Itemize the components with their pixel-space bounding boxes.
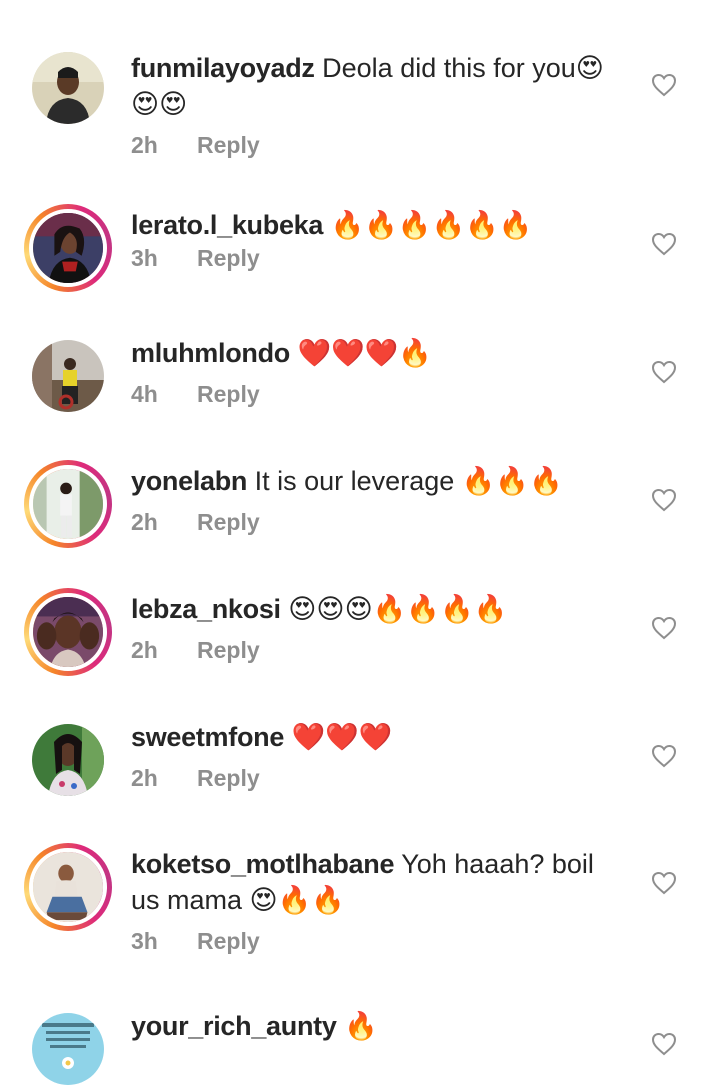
comment-text: your_rich_aunty 🔥 xyxy=(131,1008,631,1044)
comment-text: yonelabn It is our leverage 🔥🔥🔥 xyxy=(131,463,631,499)
comment-body: Deola did this for you😍 xyxy=(322,53,604,83)
avatar[interactable] xyxy=(24,460,112,548)
heart-outline-icon[interactable] xyxy=(651,360,677,386)
comment-body: 🔥🔥🔥🔥🔥🔥 xyxy=(330,210,533,240)
comment-text: mluhmlondo ❤️❤️❤️🔥 xyxy=(131,335,631,371)
comment-body: ❤️❤️❤️ xyxy=(291,722,393,752)
heart-outline-icon[interactable] xyxy=(651,616,677,642)
comment-time: 2h xyxy=(131,132,158,158)
comment-body: Yoh haaah? boil xyxy=(401,849,594,879)
comment-time: 2h xyxy=(131,509,158,535)
comment-time: 2h xyxy=(131,765,158,791)
comment-body-line2: us mama 😍🔥🔥 xyxy=(131,885,345,915)
heart-outline-icon[interactable] xyxy=(651,871,677,897)
avatar[interactable] xyxy=(32,340,104,412)
heart-outline-icon[interactable] xyxy=(651,1032,677,1058)
reply-button[interactable]: Reply xyxy=(197,509,260,535)
comment-time: 4h xyxy=(131,381,158,407)
comment-username[interactable]: yonelabn xyxy=(131,466,247,496)
avatar-image xyxy=(29,848,107,926)
comment-username[interactable]: lebza_nkosi xyxy=(131,594,281,624)
comment-text-continued: us mama 😍🔥🔥 xyxy=(131,882,631,918)
comment-meta: 2h Reply xyxy=(131,130,631,160)
avatar[interactable] xyxy=(32,1013,104,1085)
comment-username[interactable]: funmilayoyadz xyxy=(131,53,315,83)
comment-meta: 4h Reply xyxy=(131,379,631,409)
avatar[interactable] xyxy=(32,724,104,796)
comment-meta: 2h Reply xyxy=(131,507,631,537)
comment-username[interactable]: mluhmlondo xyxy=(131,338,290,368)
comment-body: 😍😍😍🔥🔥🔥🔥 xyxy=(288,594,508,624)
comment-meta: 3h Reply xyxy=(131,926,631,956)
comment-meta: 3h Reply xyxy=(131,243,631,273)
comment-text: sweetmfone ❤️❤️❤️ xyxy=(131,719,631,755)
reply-button[interactable]: Reply xyxy=(197,245,260,271)
reply-button[interactable]: Reply xyxy=(197,765,260,791)
heart-outline-icon[interactable] xyxy=(651,744,677,770)
comment-username[interactable]: sweetmfone xyxy=(131,722,284,752)
reply-button[interactable]: Reply xyxy=(197,928,260,954)
heart-outline-icon[interactable] xyxy=(651,73,677,99)
heart-outline-icon[interactable] xyxy=(651,488,677,514)
comment-time: 3h xyxy=(131,928,158,954)
comment-text: koketso_motlhabane Yoh haaah? boil xyxy=(131,846,631,882)
comment-text: lerato.l_kubeka 🔥🔥🔥🔥🔥🔥 xyxy=(131,207,631,243)
avatar-image xyxy=(29,209,107,287)
comment-time: 3h xyxy=(131,245,158,271)
avatar-image xyxy=(32,1013,104,1085)
comment-meta: 2h Reply xyxy=(131,763,631,793)
comments-screen: { "comments": [ { "username": "funmilayo… xyxy=(0,0,720,1085)
comment-username[interactable]: lerato.l_kubeka xyxy=(131,210,323,240)
comment-username[interactable]: your_rich_aunty xyxy=(131,1011,337,1041)
comment-body: It is our leverage 🔥🔥🔥 xyxy=(254,466,563,496)
avatar-image xyxy=(32,52,104,124)
avatar-image xyxy=(32,724,104,796)
comment-meta: 2h Reply xyxy=(131,635,631,665)
comment-text: funmilayoyadz Deola did this for you😍 xyxy=(131,50,631,86)
comment-body: ❤️❤️❤️🔥 xyxy=(297,338,432,368)
comment-body: 🔥 xyxy=(344,1011,378,1041)
comment-body-line2: 😍😍 xyxy=(131,89,188,119)
comment-time: 2h xyxy=(131,637,158,663)
comment-username[interactable]: koketso_motlhabane xyxy=(131,849,394,879)
avatar[interactable] xyxy=(32,52,104,124)
reply-button[interactable]: Reply xyxy=(197,381,260,407)
avatar[interactable] xyxy=(24,843,112,931)
reply-button[interactable]: Reply xyxy=(197,132,260,158)
reply-button[interactable]: Reply xyxy=(197,637,260,663)
comment-text-continued: 😍😍 xyxy=(131,86,631,122)
avatar-image xyxy=(32,340,104,412)
comment-text: lebza_nkosi 😍😍😍🔥🔥🔥🔥 xyxy=(131,591,631,627)
avatar-image xyxy=(29,593,107,671)
heart-outline-icon[interactable] xyxy=(651,232,677,258)
avatar[interactable] xyxy=(24,204,112,292)
avatar-image xyxy=(29,465,107,543)
avatar[interactable] xyxy=(24,588,112,676)
